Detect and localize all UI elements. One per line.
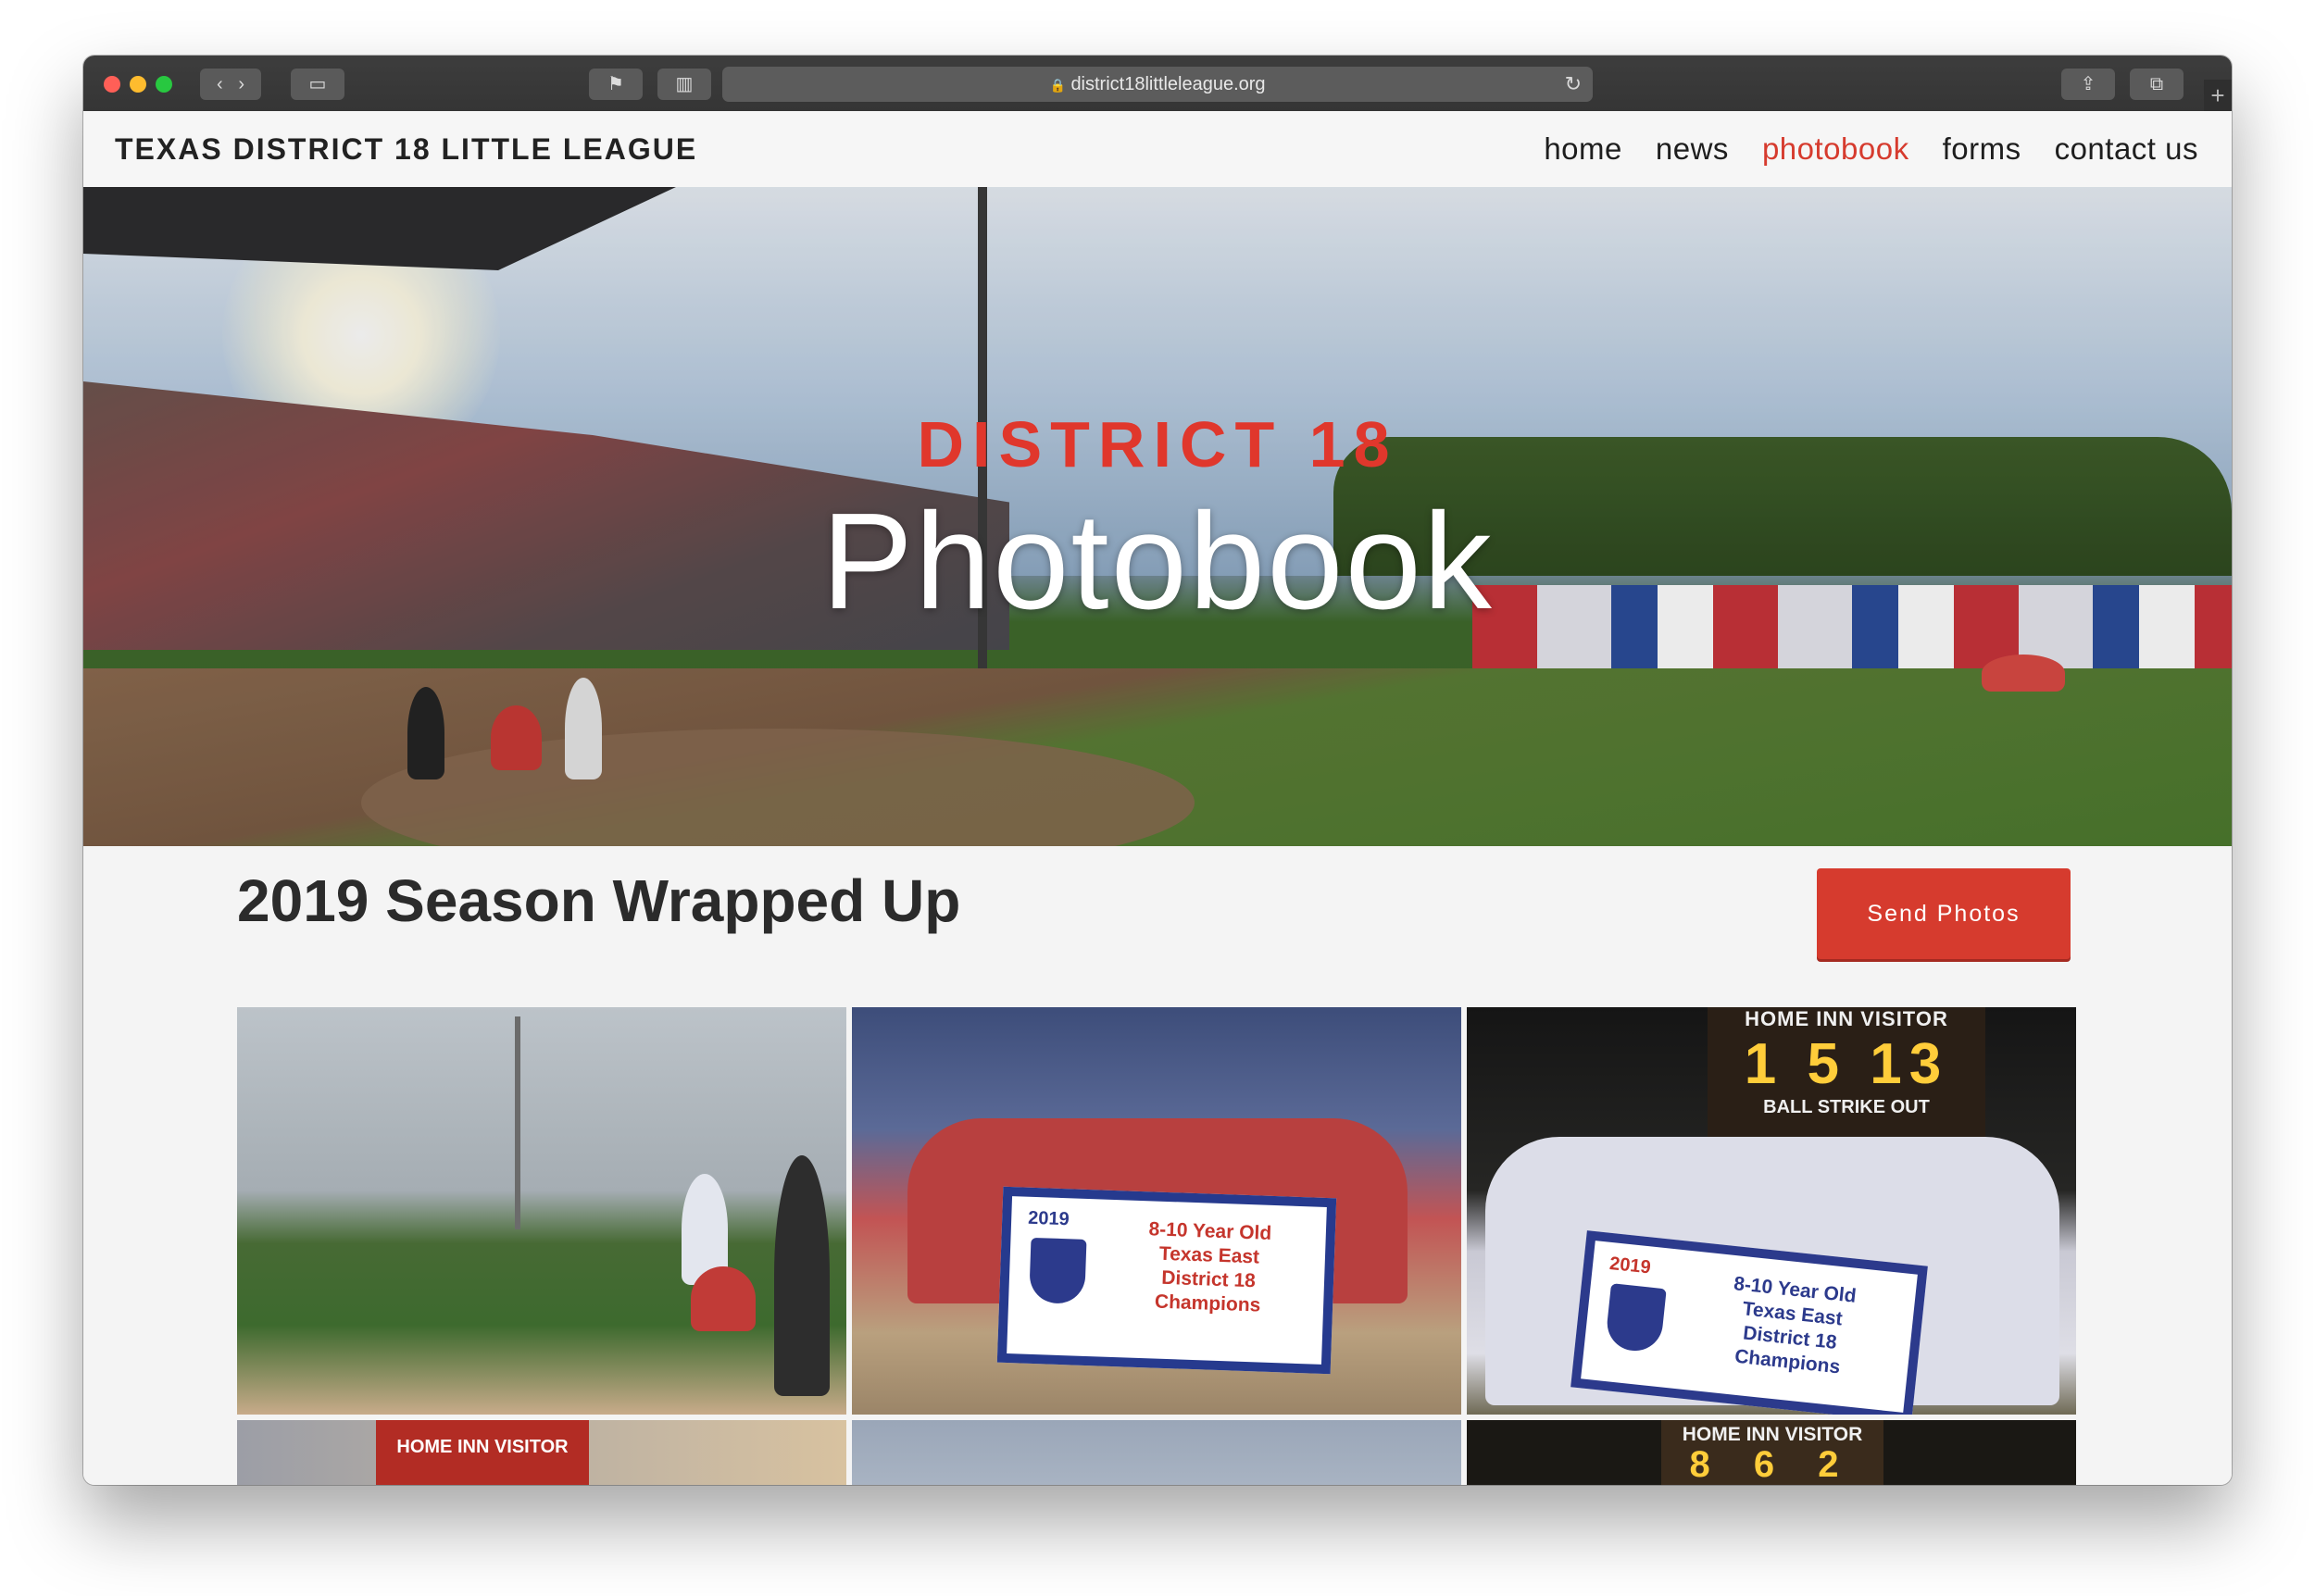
back-forward-buttons[interactable]: ‹ › [200, 69, 261, 100]
share-button[interactable]: ⇪ [2061, 69, 2115, 100]
nav-home[interactable]: home [1544, 131, 1622, 167]
hero-kicker: DISTRICT 18 [917, 408, 1398, 480]
scoreboard-header: HOME INN VISITOR [1682, 1424, 1863, 1445]
photo-field-sky[interactable] [852, 1420, 1461, 1485]
extension-button-1[interactable]: ⚑ [589, 69, 643, 100]
zoom-window-button[interactable] [156, 76, 172, 93]
nav-photobook[interactable]: photobook [1762, 131, 1909, 167]
share-icon: ⇪ [2080, 74, 2096, 94]
photo-softball-champions[interactable]: 2019 8-10 Year Old Texas East District 1… [852, 1007, 1461, 1415]
bars-icon: ▥ [675, 74, 694, 94]
tabs-icon: ⧉ [2149, 74, 2164, 94]
tabs-overview-button[interactable]: ⧉ [2130, 69, 2184, 100]
site-header: TEXAS DISTRICT 18 LITTLE LEAGUE home new… [83, 111, 2232, 187]
extension-icon: ⚑ [607, 74, 624, 94]
scoreboard: HOME INN VISITOR 8 6 2 [1661, 1420, 1883, 1485]
send-photos-button[interactable]: Send Photos [1817, 868, 2071, 959]
scoreboard: HOME INN VISITOR [376, 1420, 589, 1485]
reload-icon[interactable]: ↻ [1565, 67, 1582, 102]
scoreboard-footer: BALL STRIKE OUT [1763, 1097, 1930, 1117]
browser-toolbar: ‹ › ▭ ⚑ ▥ 🔒 district18littleleague.org ↻… [83, 56, 2232, 112]
browser-window: ‹ › ▭ ⚑ ▥ 🔒 district18littleleague.org ↻… [83, 56, 2232, 1485]
photo-night-scoreboard[interactable]: HOME INN VISITOR 8 6 2 [1467, 1420, 2076, 1485]
scoreboard-numbers: 1 5 13 [1744, 1032, 1949, 1096]
scoreboard: HOME INN VISITOR 1 5 13 BALL STRIKE OUT [1708, 1007, 1985, 1155]
scoreboard-header: HOME INN VISITOR [1745, 1007, 1948, 1030]
banner-year: 2019 [1608, 1253, 1652, 1278]
hero-title: Photobook [821, 485, 1494, 638]
address-bar[interactable]: 🔒 district18littleleague.org ↻ [722, 67, 1593, 102]
lock-icon: 🔒 [1049, 78, 1066, 93]
nav-contact-us[interactable]: contact us [2055, 131, 2198, 167]
little-league-patch-icon [1604, 1283, 1667, 1354]
extension-button-2[interactable]: ▥ [657, 69, 711, 100]
forward-icon[interactable]: › [238, 74, 244, 94]
url-text: district18littleleague.org [1070, 74, 1266, 94]
site-brand[interactable]: TEXAS DISTRICT 18 LITTLE LEAGUE [115, 111, 697, 187]
minimize-window-button[interactable] [130, 76, 146, 93]
little-league-patch-icon [1029, 1237, 1087, 1304]
champions-banner: 2019 8-10 Year Old Texas East District 1… [996, 1186, 1337, 1375]
main-nav: home news photobook forms contact us [1544, 111, 2198, 187]
field-light-pole [515, 1016, 520, 1229]
sidebar-icon: ▭ [308, 74, 327, 94]
scoreboard-header: HOME INN VISITOR [396, 1437, 569, 1457]
nav-news[interactable]: news [1656, 131, 1729, 167]
photo-scoreboard-sunset[interactable]: HOME INN VISITOR [237, 1420, 846, 1485]
nav-forms[interactable]: forms [1943, 131, 2021, 167]
scoreboard-numbers: 8 6 2 [1689, 1444, 1856, 1485]
banner-year: 2019 [1027, 1207, 1070, 1230]
photo-baseball-champions[interactable]: HOME INN VISITOR 1 5 13 BALL STRIKE OUT … [1467, 1007, 2076, 1415]
catcher-figure [691, 1266, 756, 1331]
hero-banner: DISTRICT 18 Photobook [83, 187, 2232, 846]
section-title: 2019 Season Wrapped Up [237, 867, 961, 934]
photo-game-at-bat[interactable] [237, 1007, 846, 1415]
back-icon[interactable]: ‹ [217, 74, 223, 94]
sidebar-toggle-button[interactable]: ▭ [291, 69, 344, 100]
photobook-section: 2019 Season Wrapped Up Send Photos 2019 … [83, 846, 2232, 1485]
umpire-figure [774, 1155, 830, 1396]
close-window-button[interactable] [104, 76, 120, 93]
new-tab-button[interactable]: + [2204, 80, 2232, 111]
